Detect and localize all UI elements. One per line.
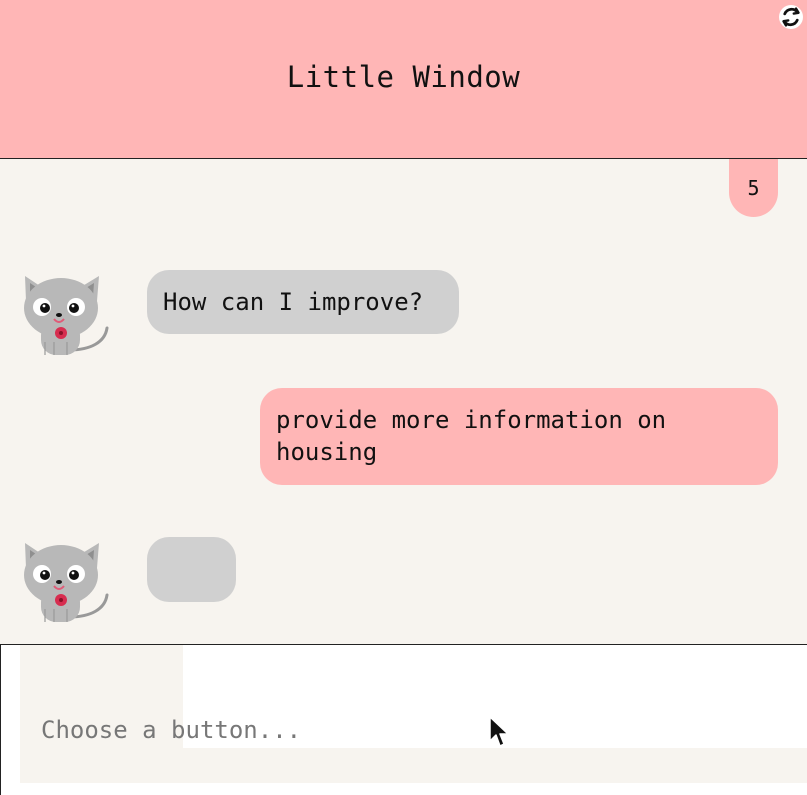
refresh-icon xyxy=(780,6,802,28)
bot-avatar xyxy=(21,273,113,363)
bot-typing-bubble xyxy=(147,537,236,602)
button-choice-placeholder: Choose a button... xyxy=(41,716,302,744)
footer-left-edge xyxy=(0,645,20,795)
bot-message-text: How can I improve? xyxy=(163,288,424,316)
window-title: Little Window xyxy=(286,60,521,94)
chat-panel: 5 How can I improve? provide more inform… xyxy=(0,159,807,645)
chat-app: Little Window 5 How can I improve? provi… xyxy=(0,0,807,795)
cat-avatar-icon xyxy=(24,543,109,622)
bot-message-bubble: How can I improve? xyxy=(147,270,459,334)
app-header: Little Window xyxy=(0,0,807,159)
user-message-text: provide more information on housing xyxy=(276,406,667,466)
mouse-pointer-icon xyxy=(489,716,508,747)
message-count-badge: 5 xyxy=(729,159,778,217)
cat-avatar-icon xyxy=(24,276,109,355)
user-message-bubble: provide more information on housing xyxy=(260,388,778,485)
refresh-button[interactable] xyxy=(779,5,803,29)
bot-avatar xyxy=(21,540,113,630)
button-choice-area: Choose a button... xyxy=(0,645,807,795)
